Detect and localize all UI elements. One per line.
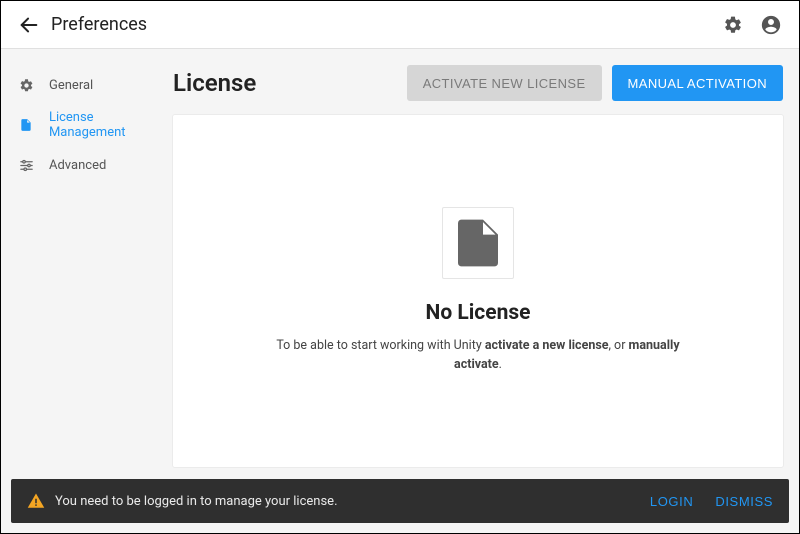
gear-icon <box>17 78 35 93</box>
gear-icon <box>723 15 743 35</box>
sidebar-item-label: Advanced <box>49 158 106 173</box>
file-icon <box>17 118 35 132</box>
app-bar-title: Preferences <box>51 14 147 35</box>
warning-icon <box>27 492 45 510</box>
account-button[interactable] <box>755 9 787 41</box>
sidebar-item-general[interactable]: General <box>1 65 173 105</box>
manual-activation-button[interactable]: Manual Activation <box>612 65 783 101</box>
license-card: No License To be able to start working w… <box>173 115 783 467</box>
snackbar: You need to be logged in to manage your … <box>11 479 789 523</box>
dismiss-button[interactable]: DISMISS <box>715 494 773 509</box>
main-area: License Activate New License Manual Acti… <box>173 49 799 479</box>
app-bar: Preferences <box>1 1 799 49</box>
empty-state-title: No License <box>426 301 531 325</box>
sidebar-item-label: License Management <box>49 110 173 140</box>
login-button[interactable]: LOGIN <box>650 494 693 509</box>
activate-new-license-button[interactable]: Activate New License <box>407 65 602 101</box>
file-icon <box>458 219 498 267</box>
sliders-icon <box>17 158 35 173</box>
empty-state-icon-tile <box>442 207 514 279</box>
empty-state-description: To be able to start working with Unity a… <box>268 337 688 375</box>
back-button[interactable] <box>13 9 45 41</box>
snackbar-message: You need to be logged in to manage your … <box>55 494 338 509</box>
arrow-left-icon <box>18 14 40 36</box>
account-icon <box>760 14 782 36</box>
sidebar-item-license-management[interactable]: License Management <box>1 105 173 145</box>
sidebar-item-label: General <box>49 78 93 93</box>
page-title: License <box>173 69 256 97</box>
sidebar-item-advanced[interactable]: Advanced <box>1 145 173 185</box>
sidebar: General License Management Advanced <box>1 49 173 479</box>
settings-button[interactable] <box>717 9 749 41</box>
